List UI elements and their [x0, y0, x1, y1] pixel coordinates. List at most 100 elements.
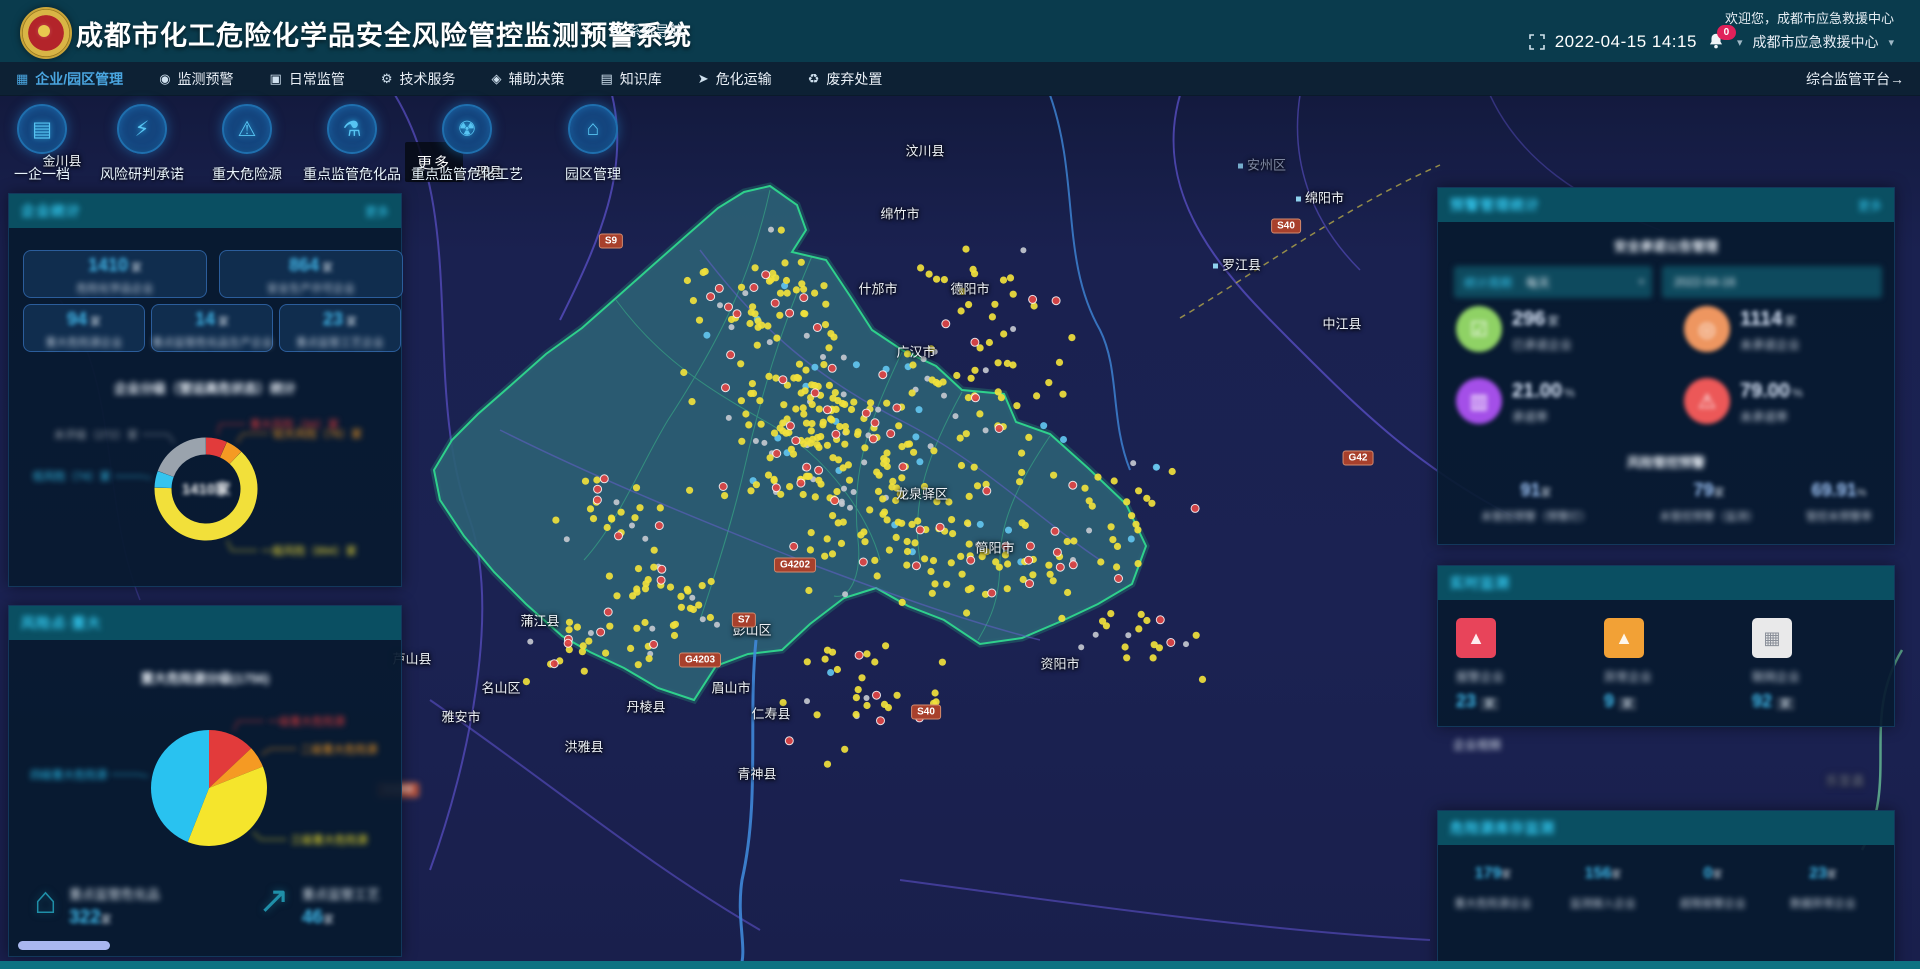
svg-text:一般风险（894）家: 一般风险（894）家: [261, 543, 356, 557]
risk-warning-section-title: 风险管控预警: [1438, 452, 1894, 471]
donut-slice-0: [206, 446, 223, 450]
danger-source-pie-chart: 一级重大危险源二级重大危险源三级重大危险源四级重大危险源: [9, 686, 401, 876]
road-badge: S7: [732, 613, 756, 628]
bottom-accent-bar: [0, 961, 1920, 969]
svg-text:低风险（74）家: 低风险（74）家: [32, 469, 110, 483]
integrated-platform-link[interactable]: 综合监管平台→: [1806, 69, 1904, 89]
stat-box-r1-0[interactable]: 1410家危险化学品企业: [23, 250, 207, 298]
panel-header: 企业统计 更多: [9, 194, 401, 228]
svg-text:四级重大危险源: 四级重大危险源: [30, 767, 107, 781]
panel-title: 实时监测: [1450, 573, 1510, 593]
app-title: 成都市化工危险化学品安全风险管控监测预警系统: [76, 14, 692, 53]
realtime-label: 联网企业: [1752, 668, 1882, 685]
warning-triangle-icon: ⚠: [222, 104, 272, 154]
notification-bell-icon[interactable]: 0: [1707, 32, 1727, 52]
stat-label: 安全生产许可企业: [220, 280, 402, 296]
donut-slice-1: [223, 450, 235, 458]
map-label: 乐至县: [1825, 771, 1864, 790]
risk-footer-item-0: ⌂重点监管危化品322家: [34, 878, 160, 929]
grid-menu-icon: ∷: [612, 23, 622, 40]
map-label: 罗江县: [1213, 255, 1261, 274]
stat-box-r1-1[interactable]: 864家安全生产许可企业: [219, 250, 403, 298]
nav-item-0[interactable]: ▦企业/园区管理: [16, 69, 123, 89]
shortcut-label: 一企一档: [14, 164, 70, 184]
stat-value: 23家: [280, 310, 400, 331]
map-label: 汶川县: [905, 141, 944, 160]
warning-stat-value: 79.00%: [1740, 380, 1803, 403]
shortcut-1[interactable]: ⚡ 风险研判承诺: [100, 104, 184, 184]
svg-text:一级重大危险源: 一级重大危险源: [268, 714, 345, 728]
shortcut-5[interactable]: ⌂园区管理: [565, 104, 621, 184]
shortcut-label: 风险研判承诺: [100, 164, 184, 184]
inventory-value: 23家: [1809, 865, 1837, 883]
shortcut-0[interactable]: ▤一企一档: [14, 104, 70, 184]
road-badge: G4202: [774, 558, 816, 573]
inventory-value: 156家: [1585, 865, 1622, 883]
nav-item-1[interactable]: ◉ 监测预警: [159, 69, 233, 89]
nav-item-label: 日常监管: [289, 69, 345, 89]
main-navbar: ▦企业/园区管理 ◉ 监测预警 ▣日常监管 ⚙技术服务 ◈辅助决策 ▤ 知识库 ➤危化运输 ♻废弃…: [0, 62, 1920, 96]
stat-value: 864家: [220, 256, 402, 277]
svg-text:二级重大危险源: 二级重大危险源: [301, 742, 378, 756]
system-nav-button[interactable]: ∷系统导航: [612, 21, 684, 41]
inventory-label: 超限报警企业: [1680, 895, 1746, 911]
commit-grid-icon: ☑: [1456, 306, 1502, 352]
lightning-circle-icon: ⚡: [117, 104, 167, 154]
alert-bell-icon: ◉: [159, 71, 170, 87]
realtime-label: 异常企业: [1604, 668, 1734, 685]
radiation-icon-glyph: ☢: [458, 117, 477, 142]
donut-slice-3: [163, 474, 166, 488]
stat-box-r2-2[interactable]: 23家重点监管工艺企业: [279, 304, 401, 352]
fullscreen-icon[interactable]: [1529, 34, 1545, 50]
chart-bar-icon: ▥: [1456, 378, 1502, 424]
horizontal-scrollbar[interactable]: [18, 941, 110, 950]
nav-item-label: 技术服务: [399, 69, 455, 89]
more-link[interactable]: 更多: [365, 203, 389, 220]
bottom-stat-label: 未管控预警（监测）: [1660, 508, 1759, 524]
nav-item-5[interactable]: ▤ 知识库: [600, 69, 661, 89]
nav-item-4[interactable]: ◈辅助决策: [491, 69, 564, 89]
city-marker-icon: [1213, 264, 1218, 269]
nav-item-7[interactable]: ♻废弃处置: [808, 69, 883, 89]
period-select[interactable]: 统计周期 每天 ▾: [1454, 266, 1652, 298]
nav-item-3[interactable]: ⚙技术服务: [381, 69, 456, 89]
dashboard-root: 金川县理县汶川县安州区绵阳市绵竹市罗江县什邡市德阳市中江县广汉市龙泉驿区简阳市资…: [0, 0, 1920, 969]
nav-item-label: 知识库: [620, 69, 662, 89]
map-label: 雅安市: [441, 707, 480, 726]
nav-item-label: 监测预警: [178, 69, 234, 89]
user-menu[interactable]: 成都市应急救援中心: [1752, 32, 1878, 52]
warning-stat-label: 未承诺企业: [1740, 336, 1800, 353]
stat-box-r2-1[interactable]: 14家重点监管危化品生产企业: [151, 304, 273, 352]
stat-box-r2-0[interactable]: 94家重大危险源企业: [23, 304, 145, 352]
realtime-item-1: ▲异常企业9家: [1604, 618, 1734, 712]
shortcut-3[interactable]: ⚗重点监管危化品: [303, 104, 401, 184]
warning-stat-value: 21.00%: [1512, 380, 1575, 403]
map-label: 资阳市: [1040, 654, 1079, 673]
donut-slice-4: [166, 446, 206, 474]
city-marker-icon: [1296, 197, 1301, 202]
nav-item-2[interactable]: ▣日常监管: [270, 69, 345, 89]
major-risk-panel: 风险点·重大 重大危险源分级(1756) 一级重大危险源二级重大危险源三级重大危…: [8, 605, 402, 957]
more-link[interactable]: 更多: [1858, 197, 1882, 214]
map-label: 眉山市: [711, 678, 750, 697]
radiation-icon: ☢: [442, 104, 492, 154]
date-picker[interactable]: 2022-04-16: [1662, 266, 1882, 298]
nav-item-6[interactable]: ➤危化运输: [698, 69, 772, 89]
decision-icon: ◈: [491, 71, 501, 87]
shortcut-4[interactable]: ☢重点监管危化工艺: [411, 104, 523, 184]
nav-items: ▦企业/园区管理 ◉ 监测预警 ▣日常监管 ⚙技术服务 ◈辅助决策 ▤ 知识库 ➤危化运输 ♻废弃…: [0, 69, 882, 89]
enterprise-level-donut-chart: 重大风险（94）家较大风险（76）家一般风险（894）家低风险（74）家未评级（…: [9, 394, 401, 579]
shortcut-2[interactable]: ⚠重大危险源: [212, 104, 282, 184]
panel-header: 实时监测: [1438, 566, 1894, 600]
warning-triangle-icon-glyph: ⚠: [238, 117, 257, 142]
transport-truck-icon: ➤: [698, 71, 709, 87]
knowledge-book-icon: ▤: [600, 71, 612, 87]
warning-stat-label: 未承诺率: [1740, 408, 1788, 425]
app-logo-icon: [20, 7, 72, 59]
enterprise-video-label: 企业视频: [1453, 736, 1501, 753]
map-label: 洪雅县: [564, 737, 603, 756]
road-badge: S9: [599, 234, 623, 249]
warning-stat-value: 1114家: [1740, 308, 1796, 331]
realtime-item-0: ▲报警企业23家: [1456, 618, 1586, 712]
notification-badge: 0: [1717, 25, 1736, 40]
